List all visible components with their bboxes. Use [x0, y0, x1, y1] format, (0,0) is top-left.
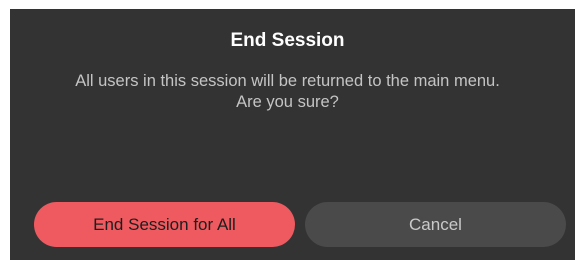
- end-session-for-all-button[interactable]: End Session for All: [34, 202, 295, 247]
- dialog-message: All users in this session will be return…: [10, 71, 565, 113]
- end-session-dialog: End Session All users in this session wi…: [10, 9, 575, 260]
- dialog-message-line-1: All users in this session will be return…: [75, 72, 500, 90]
- dialog-message-line-2: Are you sure?: [236, 93, 339, 111]
- dialog-title: End Session: [230, 30, 345, 51]
- cancel-button[interactable]: Cancel: [305, 202, 566, 247]
